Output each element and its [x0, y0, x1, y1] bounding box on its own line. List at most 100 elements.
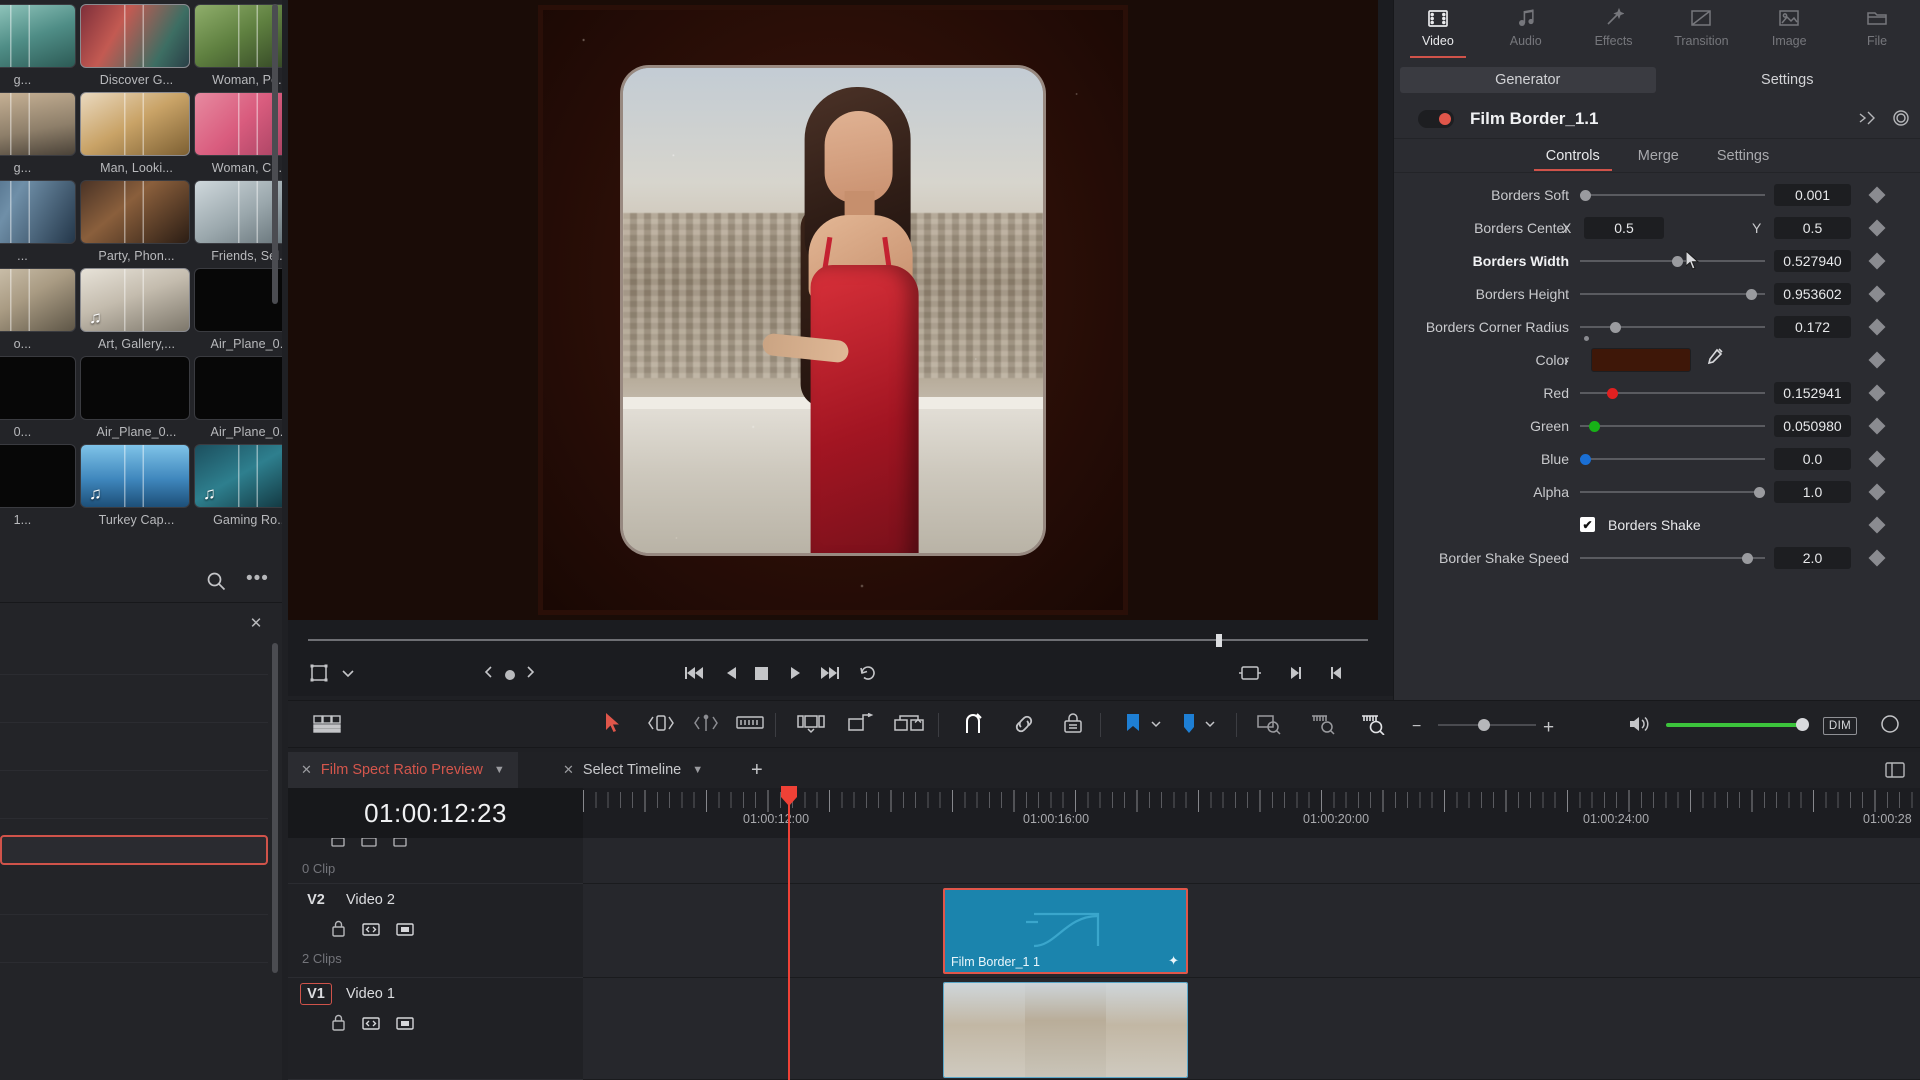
- media-pool-item[interactable]: ...: [0, 180, 79, 263]
- next-keyframe-icon[interactable]: [525, 664, 536, 685]
- marker-icon[interactable]: [1182, 713, 1196, 740]
- dim-button[interactable]: DIM: [1823, 717, 1857, 735]
- param-value-field-y[interactable]: 0.5: [1774, 217, 1851, 239]
- ctrl-tab-merge[interactable]: Merge: [1624, 141, 1693, 171]
- param-slider[interactable]: [1580, 551, 1765, 565]
- zoom-to-fit-icon[interactable]: [1256, 713, 1282, 740]
- slider-knob[interactable]: [1580, 190, 1591, 201]
- keyframe-diamond-icon[interactable]: [1869, 252, 1886, 269]
- keyframe-dot-icon[interactable]: [503, 668, 517, 687]
- track-lane-v2[interactable]: Film Border_1 1 ✦: [583, 884, 1920, 978]
- param-value-field[interactable]: 0.0: [1774, 448, 1851, 470]
- param-slider[interactable]: [1580, 485, 1765, 499]
- chevron-down-icon[interactable]: [1149, 717, 1163, 735]
- media-pool-item[interactable]: ♫Art, Gallery,...: [80, 268, 193, 351]
- media-pool-item[interactable]: Friends, Sel...: [194, 180, 282, 263]
- ctrl-tab-settings[interactable]: Settings: [1703, 141, 1783, 171]
- media-thumbnail[interactable]: [0, 444, 76, 508]
- param-value-field[interactable]: 0.527940: [1774, 250, 1851, 272]
- slider-knob[interactable]: [1589, 421, 1600, 432]
- replace-clip-icon[interactable]: [893, 713, 925, 740]
- auto-select-track-icon[interactable]: [361, 1014, 381, 1037]
- list-item[interactable]: [0, 935, 268, 963]
- tab-file[interactable]: File: [1833, 0, 1920, 64]
- param-value-field[interactable]: 0.953602: [1774, 283, 1851, 305]
- media-pool-item[interactable]: 0...: [0, 356, 79, 439]
- overwrite-clip-icon[interactable]: [846, 713, 874, 740]
- keyframe-diamond-icon[interactable]: [1869, 351, 1886, 368]
- previous-keyframe-icon[interactable]: [483, 664, 494, 685]
- flag-lock-icon[interactable]: [1062, 713, 1084, 740]
- param-slider[interactable]: [1580, 452, 1765, 466]
- media-thumbnail[interactable]: ♫: [80, 268, 190, 332]
- media-pool-item[interactable]: Air_Plane_0...: [80, 356, 193, 439]
- enable-track-icon[interactable]: [395, 1014, 415, 1037]
- track-lane-v1[interactable]: [583, 978, 1920, 1080]
- ctrl-tab-controls[interactable]: Controls: [1532, 141, 1614, 171]
- chevron-down-icon[interactable]: ▼: [494, 764, 505, 776]
- param-value-field[interactable]: 2.0: [1774, 547, 1851, 569]
- media-thumbnail[interactable]: [80, 180, 190, 244]
- chevron-down-icon[interactable]: [340, 665, 356, 686]
- keyframe-marker-dot[interactable]: [1584, 336, 1589, 341]
- crop-tool-icon[interactable]: [308, 662, 330, 689]
- keyframe-diamond-icon[interactable]: [1869, 318, 1886, 335]
- media-pool-item[interactable]: ♫Turkey Cap...: [80, 444, 193, 527]
- viewer-playhead[interactable]: [1216, 634, 1222, 647]
- track-name-v1[interactable]: Video 1: [346, 986, 395, 1002]
- next-clip-icon[interactable]: [1288, 665, 1304, 686]
- media-thumbnail[interactable]: [0, 4, 76, 68]
- razor-edit-mode-icon[interactable]: [736, 714, 764, 737]
- timeline-options-icon[interactable]: [1884, 760, 1906, 785]
- tab-transition[interactable]: Transition: [1657, 0, 1745, 64]
- tab-effects[interactable]: Effects: [1570, 0, 1658, 64]
- audio-level-knob[interactable]: [1796, 718, 1809, 731]
- media-thumbnail[interactable]: [0, 180, 76, 244]
- keyframe-diamond-icon[interactable]: [1869, 516, 1886, 533]
- media-thumbnail[interactable]: ♫: [80, 444, 190, 508]
- list-item[interactable]: [0, 647, 268, 675]
- audio-level-slider[interactable]: [1666, 723, 1806, 727]
- media-thumbnail[interactable]: [194, 92, 282, 156]
- media-pool-scrollbar[interactable]: [272, 4, 278, 304]
- previous-clip-icon[interactable]: [1328, 665, 1344, 686]
- param-slider[interactable]: [1580, 254, 1765, 268]
- slider-knob[interactable]: [1746, 289, 1757, 300]
- snapping-icon[interactable]: [962, 712, 984, 741]
- media-thumbnail[interactable]: [0, 356, 76, 420]
- reset-icon[interactable]: [1857, 109, 1877, 132]
- media-pool-item[interactable]: Man, Looki...: [80, 92, 193, 175]
- track-number-v1[interactable]: V1: [300, 983, 332, 1005]
- chevron-down-icon[interactable]: ▼: [692, 764, 703, 776]
- list-item[interactable]: [0, 695, 268, 723]
- slider-knob[interactable]: [1742, 553, 1753, 564]
- stop-icon[interactable]: [754, 666, 769, 686]
- media-pool-item[interactable]: o...: [0, 268, 79, 351]
- timeline-playhead[interactable]: [788, 788, 790, 1080]
- lock-track-icon[interactable]: [330, 920, 347, 943]
- media-pool-item[interactable]: Woman, Cu...: [194, 92, 282, 175]
- auto-select-track-icon[interactable]: [361, 920, 381, 943]
- param-value-field[interactable]: 0.050980: [1774, 415, 1851, 437]
- jump-to-end-icon[interactable]: [818, 665, 840, 686]
- param-value-field[interactable]: 1.0: [1774, 481, 1851, 503]
- list-item-selected[interactable]: [0, 835, 268, 865]
- keyframe-diamond-icon[interactable]: [1869, 549, 1886, 566]
- viewer-scrubber[interactable]: [308, 634, 1368, 646]
- timeline-tab-select-timeline[interactable]: ✕ Select Timeline ▼: [550, 752, 716, 788]
- safe-area-icon[interactable]: [1238, 665, 1262, 686]
- slider-knob[interactable]: [1610, 322, 1621, 333]
- dynamic-trim-mode-icon[interactable]: [691, 713, 721, 738]
- detail-zoom-icon[interactable]: [1310, 713, 1336, 740]
- search-icon[interactable]: [205, 570, 227, 597]
- param-value-field[interactable]: 0.172: [1774, 316, 1851, 338]
- custom-zoom-icon[interactable]: [1360, 713, 1386, 740]
- effects-panel-scrollbar[interactable]: [272, 643, 278, 973]
- selection-mode-icon[interactable]: [605, 712, 621, 739]
- media-pool-item[interactable]: ♫Gaming Ro...: [194, 444, 282, 527]
- media-thumbnail[interactable]: [194, 180, 282, 244]
- media-pool-item[interactable]: Discover G...: [80, 4, 193, 87]
- zoom-out-button[interactable]: −: [1412, 718, 1421, 736]
- play-icon[interactable]: [788, 665, 802, 686]
- param-slider[interactable]: [1580, 287, 1765, 301]
